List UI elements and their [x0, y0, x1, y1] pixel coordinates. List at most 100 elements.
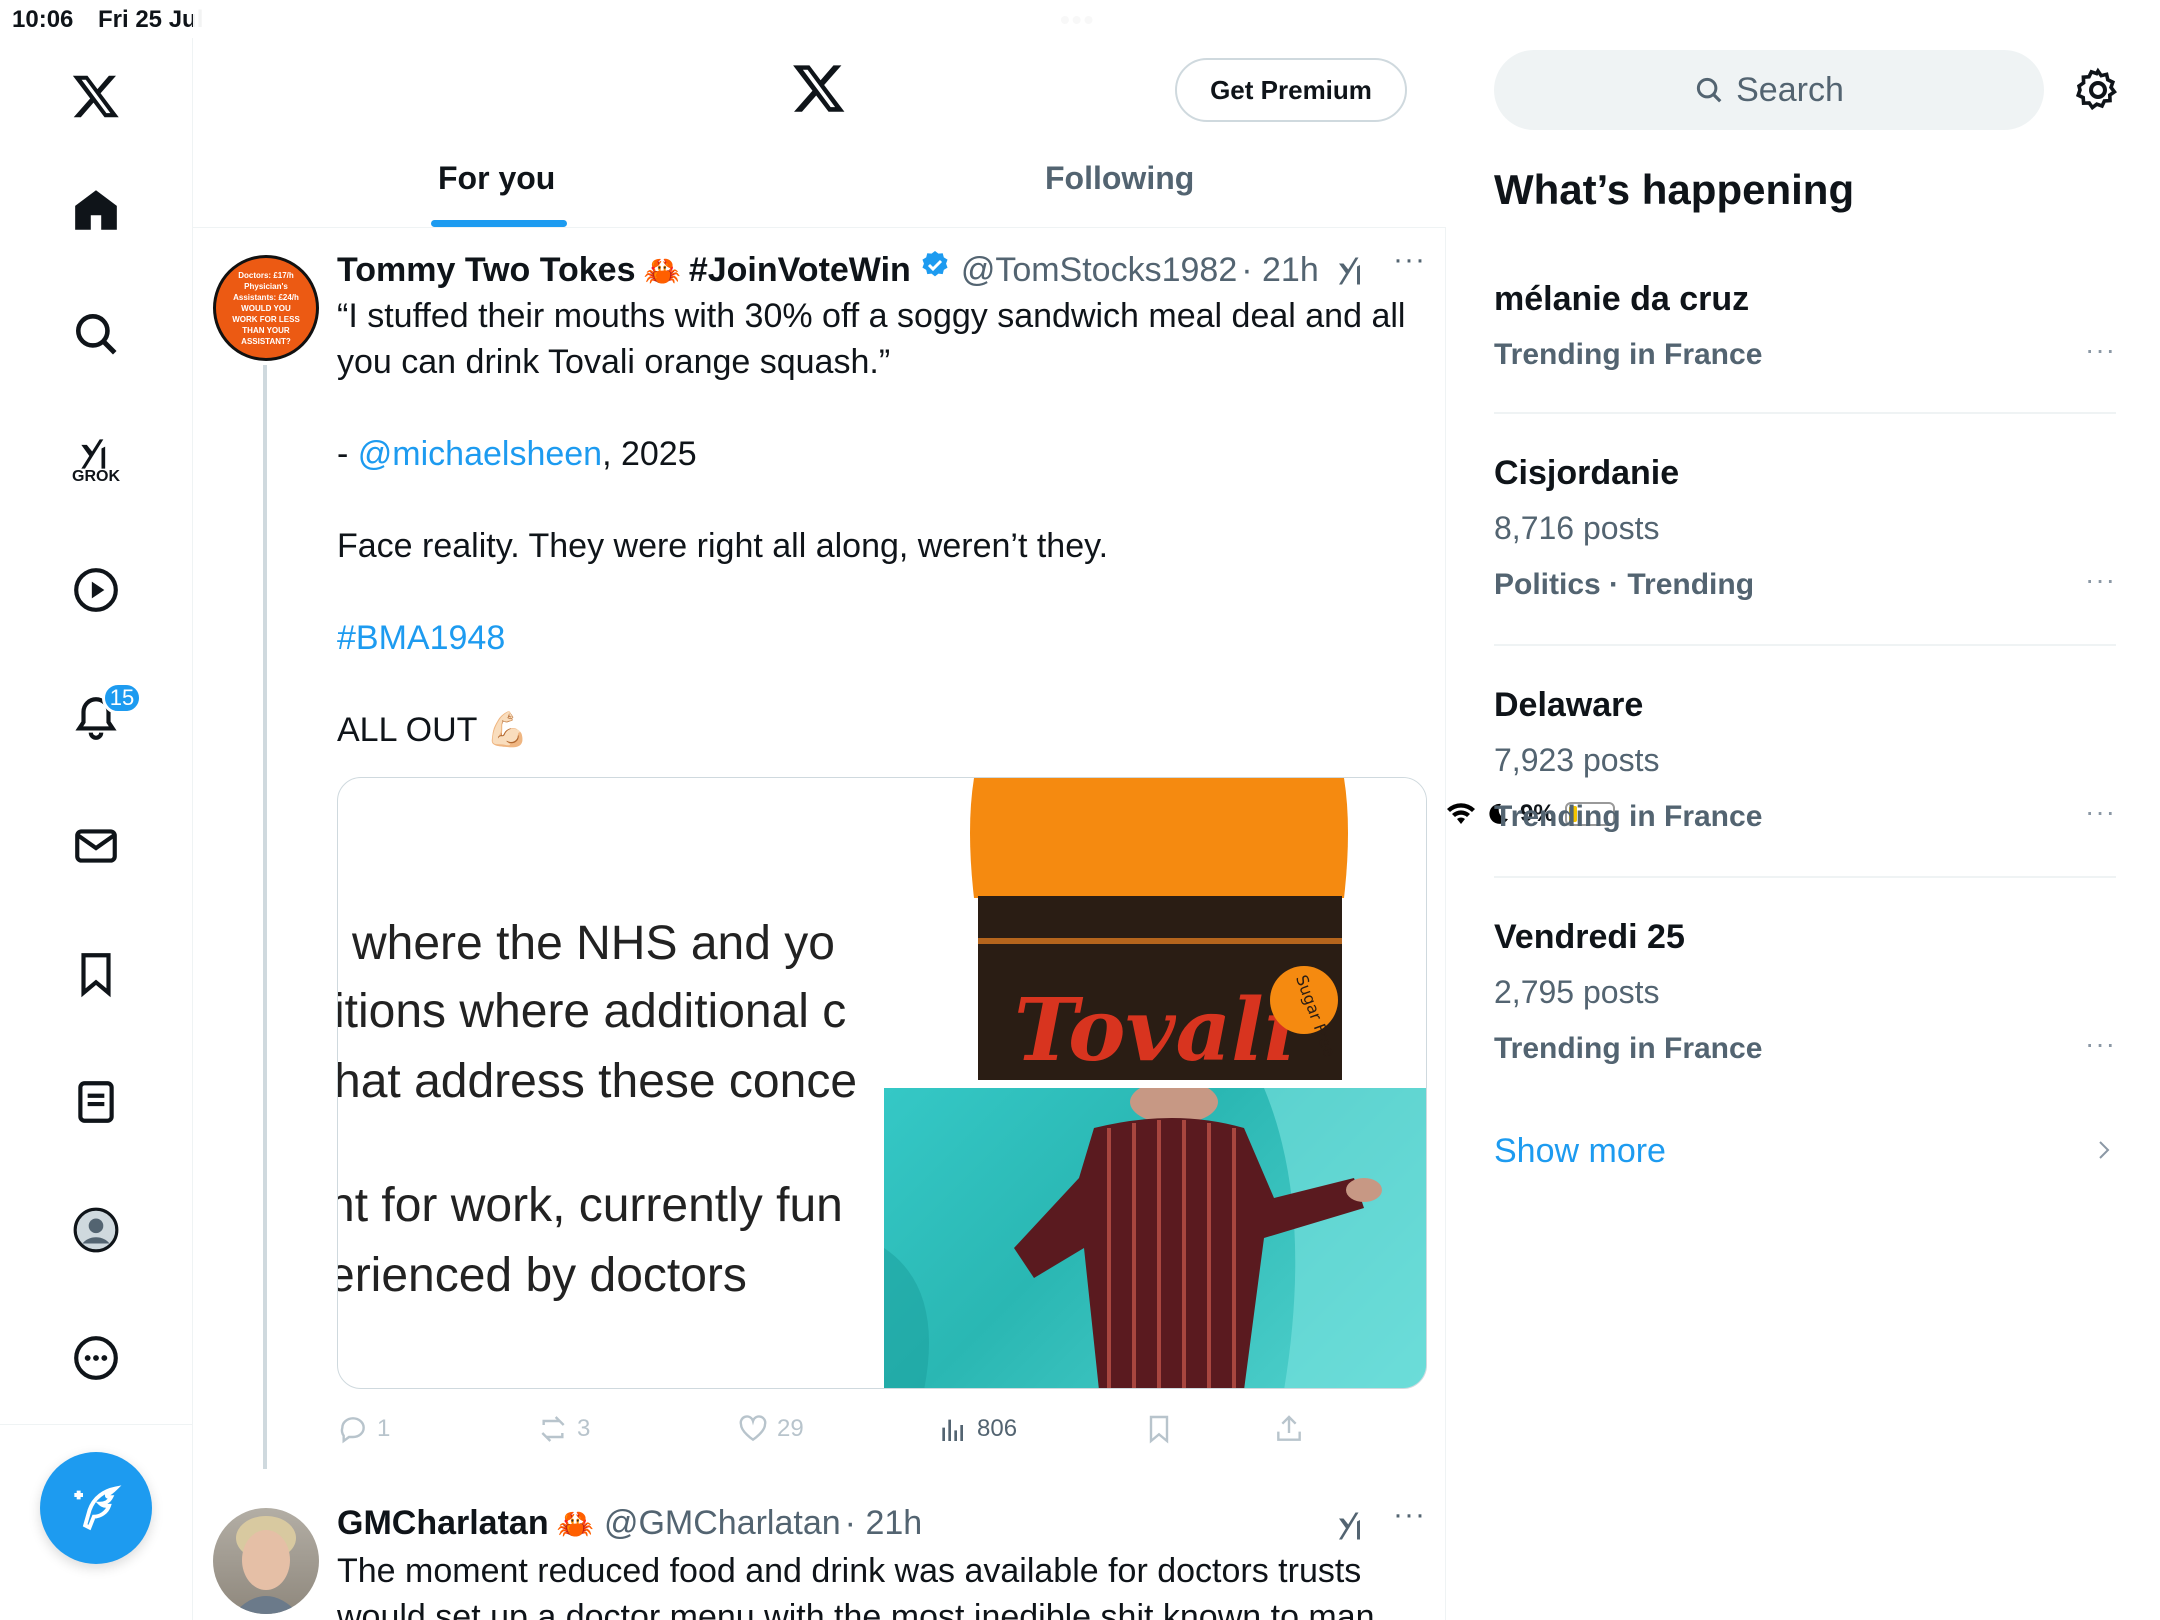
trend-item[interactable]: mélanie da cruz Trending in France ···: [1494, 280, 2116, 400]
media-image-bottle[interactable]: Tovali Sugar Free: [884, 778, 1426, 1080]
timeline-header: Get Premium For you Following: [193, 0, 1446, 228]
tweet-header: Tommy Two Tokes 🦀 #JoinVoteWin @TomStock…: [337, 249, 1319, 290]
views-icon: [942, 1419, 963, 1441]
tweet-text: “I stuffed their mouths with 30% off a s…: [337, 293, 1427, 753]
mention-link[interactable]: @michaelsheen: [358, 435, 602, 473]
whats-happening-title: What’s happening: [1494, 166, 1855, 213]
bell-icon[interactable]: 15: [66, 682, 142, 748]
more-options-icon[interactable]: ···: [1393, 1498, 1426, 1532]
more-options-icon[interactable]: ···: [1393, 243, 1426, 277]
media-image-photo[interactable]: [884, 1088, 1426, 1388]
trend-name: Cisjordanie: [1494, 454, 1680, 492]
tweet-attribution: - @michaelsheen, 2025: [337, 431, 1427, 477]
tweet-media[interactable]: where the NHS and yo itions where additi…: [337, 777, 1427, 1389]
trend-divider: [1494, 876, 2116, 878]
trend-more-icon[interactable]: ···: [2085, 796, 2116, 828]
settings-icon[interactable]: [2074, 66, 2122, 114]
active-tab-indicator: [431, 220, 567, 227]
repost-button[interactable]: 3: [537, 1413, 590, 1445]
trend-meta: Trending in France: [1494, 338, 1763, 371]
trend-divider: [1494, 412, 2116, 414]
tab-following[interactable]: Following: [1045, 160, 1194, 197]
tweet-text: The moment reduced food and drink was av…: [337, 1552, 1375, 1620]
reply-count: 1: [377, 1415, 391, 1442]
trend-item[interactable]: Cisjordanie 8,716 posts Politics · Trend…: [1494, 454, 2116, 614]
more-icon[interactable]: [66, 1328, 126, 1388]
author-name[interactable]: GMCharlatan: [337, 1504, 549, 1543]
crab-emoji: 🦀: [556, 1508, 594, 1541]
trend-name: Delaware: [1494, 686, 1644, 724]
tab-for-you[interactable]: For you: [438, 160, 555, 197]
x-logo-icon[interactable]: [791, 60, 847, 116]
main-timeline: Get Premium For you Following Doctors: £…: [193, 0, 1446, 1620]
like-button[interactable]: 29: [737, 1413, 804, 1445]
status-time: 10:06: [12, 6, 74, 33]
trend-posts: 2,795 posts: [1494, 974, 1660, 1010]
avatar[interactable]: Doctors: £17/h Physician's Assistants: £…: [213, 255, 319, 361]
author-name[interactable]: Tommy Two Tokes: [337, 251, 635, 290]
like-icon: [739, 1415, 767, 1442]
bottle-label: Tovali: [1014, 980, 1297, 1080]
status-date: Fri 25 Jul: [98, 6, 204, 33]
thread-line: [263, 365, 267, 1469]
grok-icon[interactable]: GROK: [66, 424, 126, 485]
tweet-line: ALL OUT 💪🏻: [337, 711, 529, 749]
get-premium-button[interactable]: Get Premium: [1175, 58, 1407, 122]
bookmark-icon[interactable]: [66, 944, 126, 1004]
media-text-line: itions where additional c: [338, 985, 847, 1038]
trend-more-icon[interactable]: ···: [2085, 1028, 2116, 1060]
trend-name: Vendredi 25: [1494, 918, 1685, 956]
search-icon[interactable]: [66, 304, 126, 364]
author-handle[interactable]: @TomStocks1982: [961, 251, 1237, 290]
x-logo-icon[interactable]: [66, 66, 126, 126]
tweet[interactable]: Doctors: £17/h Physician's Assistants: £…: [193, 229, 1446, 1469]
verified-icon: [922, 251, 948, 277]
hashtag-link[interactable]: #BMA1948: [337, 615, 1427, 661]
author-handle[interactable]: @GMCharlatan: [604, 1504, 841, 1543]
grok-icon[interactable]: [1333, 253, 1369, 289]
reply-icon: [340, 1417, 365, 1444]
trend-posts: 8,716 posts: [1494, 510, 1660, 546]
tweet-time[interactable]: · 21h: [1241, 251, 1319, 290]
compose-icon: [74, 1485, 122, 1531]
search-input[interactable]: Search: [1494, 50, 2044, 130]
media-text-line: erienced by doctors: [338, 1249, 747, 1302]
media-image-text[interactable]: where the NHS and yo itions where additi…: [338, 778, 884, 1388]
share-button[interactable]: [1273, 1413, 1305, 1445]
tweet-line: Face reality. They were right all along,…: [337, 527, 1109, 565]
trend-item[interactable]: Vendredi 25 2,795 posts Trending in Fran…: [1494, 918, 2116, 1078]
avatar[interactable]: [213, 1508, 319, 1614]
compose-button[interactable]: [40, 1452, 152, 1564]
chevron-right-icon[interactable]: [2092, 1138, 2116, 1162]
profile-icon[interactable]: [66, 1200, 126, 1260]
mail-icon[interactable]: [66, 816, 126, 876]
video-icon[interactable]: [66, 560, 126, 620]
trend-name: mélanie da cruz: [1494, 280, 1750, 318]
avatar-photo: [233, 1516, 299, 1614]
grok-icon[interactable]: [1333, 1508, 1369, 1544]
trend-item[interactable]: Delaware 7,923 posts Trending in France …: [1494, 686, 2116, 846]
views-count: 806: [977, 1415, 1018, 1442]
home-icon[interactable]: [66, 180, 126, 240]
right-sidebar: Search What’s happening mélanie da cruz …: [1446, 0, 2160, 1620]
repost-count: 3: [577, 1415, 591, 1442]
media-text-line: hat address these conce: [338, 1055, 858, 1108]
notifications-badge: 15: [102, 682, 142, 714]
tweet-time[interactable]: · 21h: [845, 1504, 923, 1543]
show-more-link[interactable]: Show more: [1494, 1132, 1666, 1171]
trend-meta: Trending in France: [1494, 800, 1763, 833]
reply-button[interactable]: 1: [337, 1413, 390, 1445]
bookmark-icon: [1149, 1415, 1169, 1444]
grok-label: GROK: [72, 468, 120, 485]
lists-icon[interactable]: [66, 1072, 126, 1132]
bookmark-button[interactable]: [1143, 1413, 1175, 1445]
trend-divider: [1494, 644, 2116, 646]
tweet[interactable]: GMCharlatan 🦀 @GMCharlatan · 21h ··· The…: [193, 1480, 1446, 1620]
author-name-tag[interactable]: #JoinVoteWin: [689, 251, 911, 290]
trend-more-icon[interactable]: ···: [2085, 334, 2116, 366]
trend-more-icon[interactable]: ···: [2085, 564, 2116, 596]
photo-graphic: [884, 1088, 1426, 1388]
attribution-suffix: , 2025: [602, 435, 697, 473]
search-placeholder: Search: [1736, 70, 1844, 109]
views-button[interactable]: 806: [937, 1413, 1017, 1445]
